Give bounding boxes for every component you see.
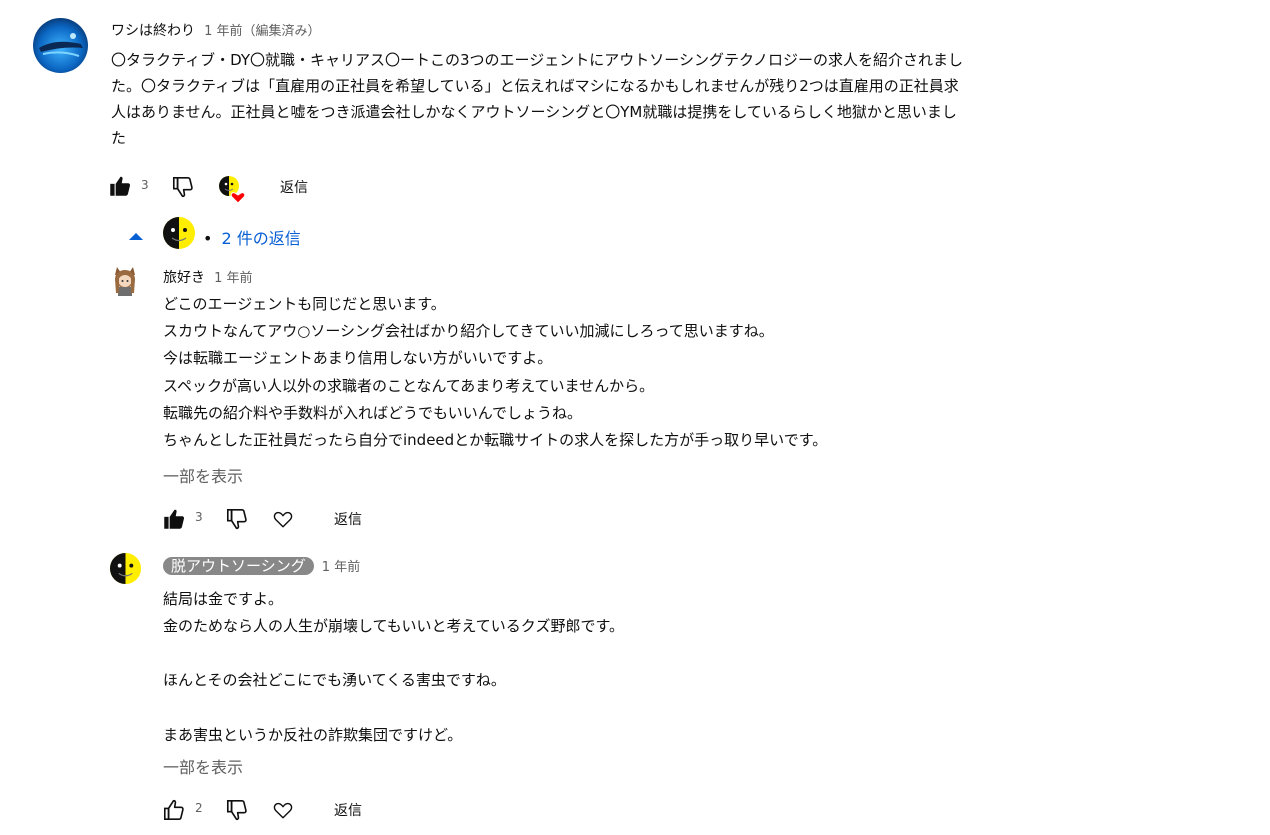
thumbs-down-icon <box>170 174 196 200</box>
replies-toggle-bullet: • <box>203 229 213 248</box>
reply-header: 旅好き 1 年前 <box>163 267 253 287</box>
reply-time[interactable]: 1 年前 <box>214 271 252 286</box>
show-more-link[interactable]: 一部を表示 <box>163 463 243 487</box>
reply-header: 脱アウトソーシング 1 年前 <box>163 554 360 579</box>
avatar[interactable] <box>109 552 142 585</box>
comment-line: た。〇タラクティブは「直雇用の正社員を希望している」と伝えればマシになるかもしれ… <box>111 77 959 95</box>
thumbs-up-icon <box>107 173 133 199</box>
reply-line <box>163 640 1163 667</box>
heart-button[interactable] <box>272 799 294 821</box>
collapse-replies-button[interactable] <box>128 230 144 242</box>
comment-line: た <box>111 129 127 147</box>
comment-time[interactable]: 1 年前（編集済み） <box>204 24 320 39</box>
reply-time[interactable]: 1 年前 <box>322 560 360 575</box>
replies-toggle-label: 2 件の返信 <box>221 229 301 248</box>
creator-heart[interactable] <box>218 175 248 205</box>
reply-body: 結局は金ですよ。 金のためなら人の人生が崩壊してもいいと考えているクズ野郎です。… <box>163 586 1163 749</box>
thumbs-up-icon <box>161 506 187 532</box>
thumbs-up-icon <box>161 797 187 823</box>
reply-line: スカウトなんてアウ○ソーシング会社ばかり紹介してきていい加減にしろって思いますね… <box>163 322 774 341</box>
avatar[interactable] <box>109 265 141 297</box>
reply-button[interactable]: 返信 <box>334 800 362 820</box>
heart-button[interactable] <box>272 508 294 530</box>
replies-toggle[interactable]: • 2 件の返信 <box>203 225 301 249</box>
dislike-button[interactable] <box>170 174 196 200</box>
reply-line: どこのエージェントも同じだと思います。 <box>163 295 446 313</box>
reply-line: 金のためなら人の人生が崩壊してもいいと考えているクズ野郎です。 <box>163 617 624 636</box>
heart-icon <box>272 799 294 821</box>
reply-line: まあ害虫というか反社の詐欺集団ですけど。 <box>163 725 463 744</box>
thumbs-down-icon <box>224 506 250 532</box>
reply-line: 今は転職エージェントあまり信用しない方がいいですよ。 <box>163 349 553 368</box>
like-count: 3 <box>195 510 203 524</box>
thumbs-down-icon <box>224 797 250 823</box>
reply-line: 転職先の紹介料や手数料が入ればどうでもいいんでしょうね。 <box>163 403 582 422</box>
dislike-button[interactable] <box>224 797 250 823</box>
comment-body: 〇タラクティブ・DY〇就職・キャリアス〇ートこの3つのエージェントにアウトソーシ… <box>111 47 1201 151</box>
comment-line: 〇タラクティブ・DY〇就職・キャリアス〇ートこの3つのエージェントにアウトソーシ… <box>111 51 964 69</box>
creator-avatar-small <box>162 216 196 250</box>
dislike-button[interactable] <box>224 506 250 532</box>
comment-line: 人はありません。正社員と嘘をつき派遣会社しかなくアウトソーシングと〇YM就職は提… <box>111 103 957 121</box>
show-more-link[interactable]: 一部を表示 <box>163 754 243 778</box>
reply-author[interactable]: 旅好き <box>163 270 205 286</box>
reply-line: ちゃんとした正社員だったら自分でindeedとか転職サイトの求人を探した方が手っ… <box>163 431 828 450</box>
heart-icon <box>272 508 294 530</box>
reply-body: どこのエージェントも同じだと思います。 スカウトなんてアウ○ソーシング会社ばかり… <box>163 291 1163 454</box>
reply-button[interactable]: 返信 <box>334 509 362 529</box>
creator-heart-icon <box>218 175 248 205</box>
like-button[interactable] <box>161 797 187 823</box>
like-count: 3 <box>141 178 149 192</box>
reply-line <box>163 695 1163 722</box>
avatar[interactable] <box>33 18 88 73</box>
comment-author[interactable]: ワシは終わり <box>111 23 195 39</box>
reply-button[interactable]: 返信 <box>280 177 308 197</box>
like-button[interactable] <box>161 506 187 532</box>
reply-line: 結局は金ですよ。 <box>163 590 284 608</box>
reply-line: ほんとその会社どこにでも湧いてくる害虫ですね。 <box>163 671 506 690</box>
like-button[interactable] <box>107 173 133 199</box>
comment-header: ワシは終わり 1 年前（編集済み） <box>111 20 321 40</box>
reply-line: スペックが高い人以外の求職者のことなんてあまり考えていませんから。 <box>163 376 655 395</box>
like-count: 2 <box>195 801 203 815</box>
caret-up-icon <box>128 230 144 242</box>
reply-author-badge[interactable]: 脱アウトソーシング <box>163 557 314 575</box>
